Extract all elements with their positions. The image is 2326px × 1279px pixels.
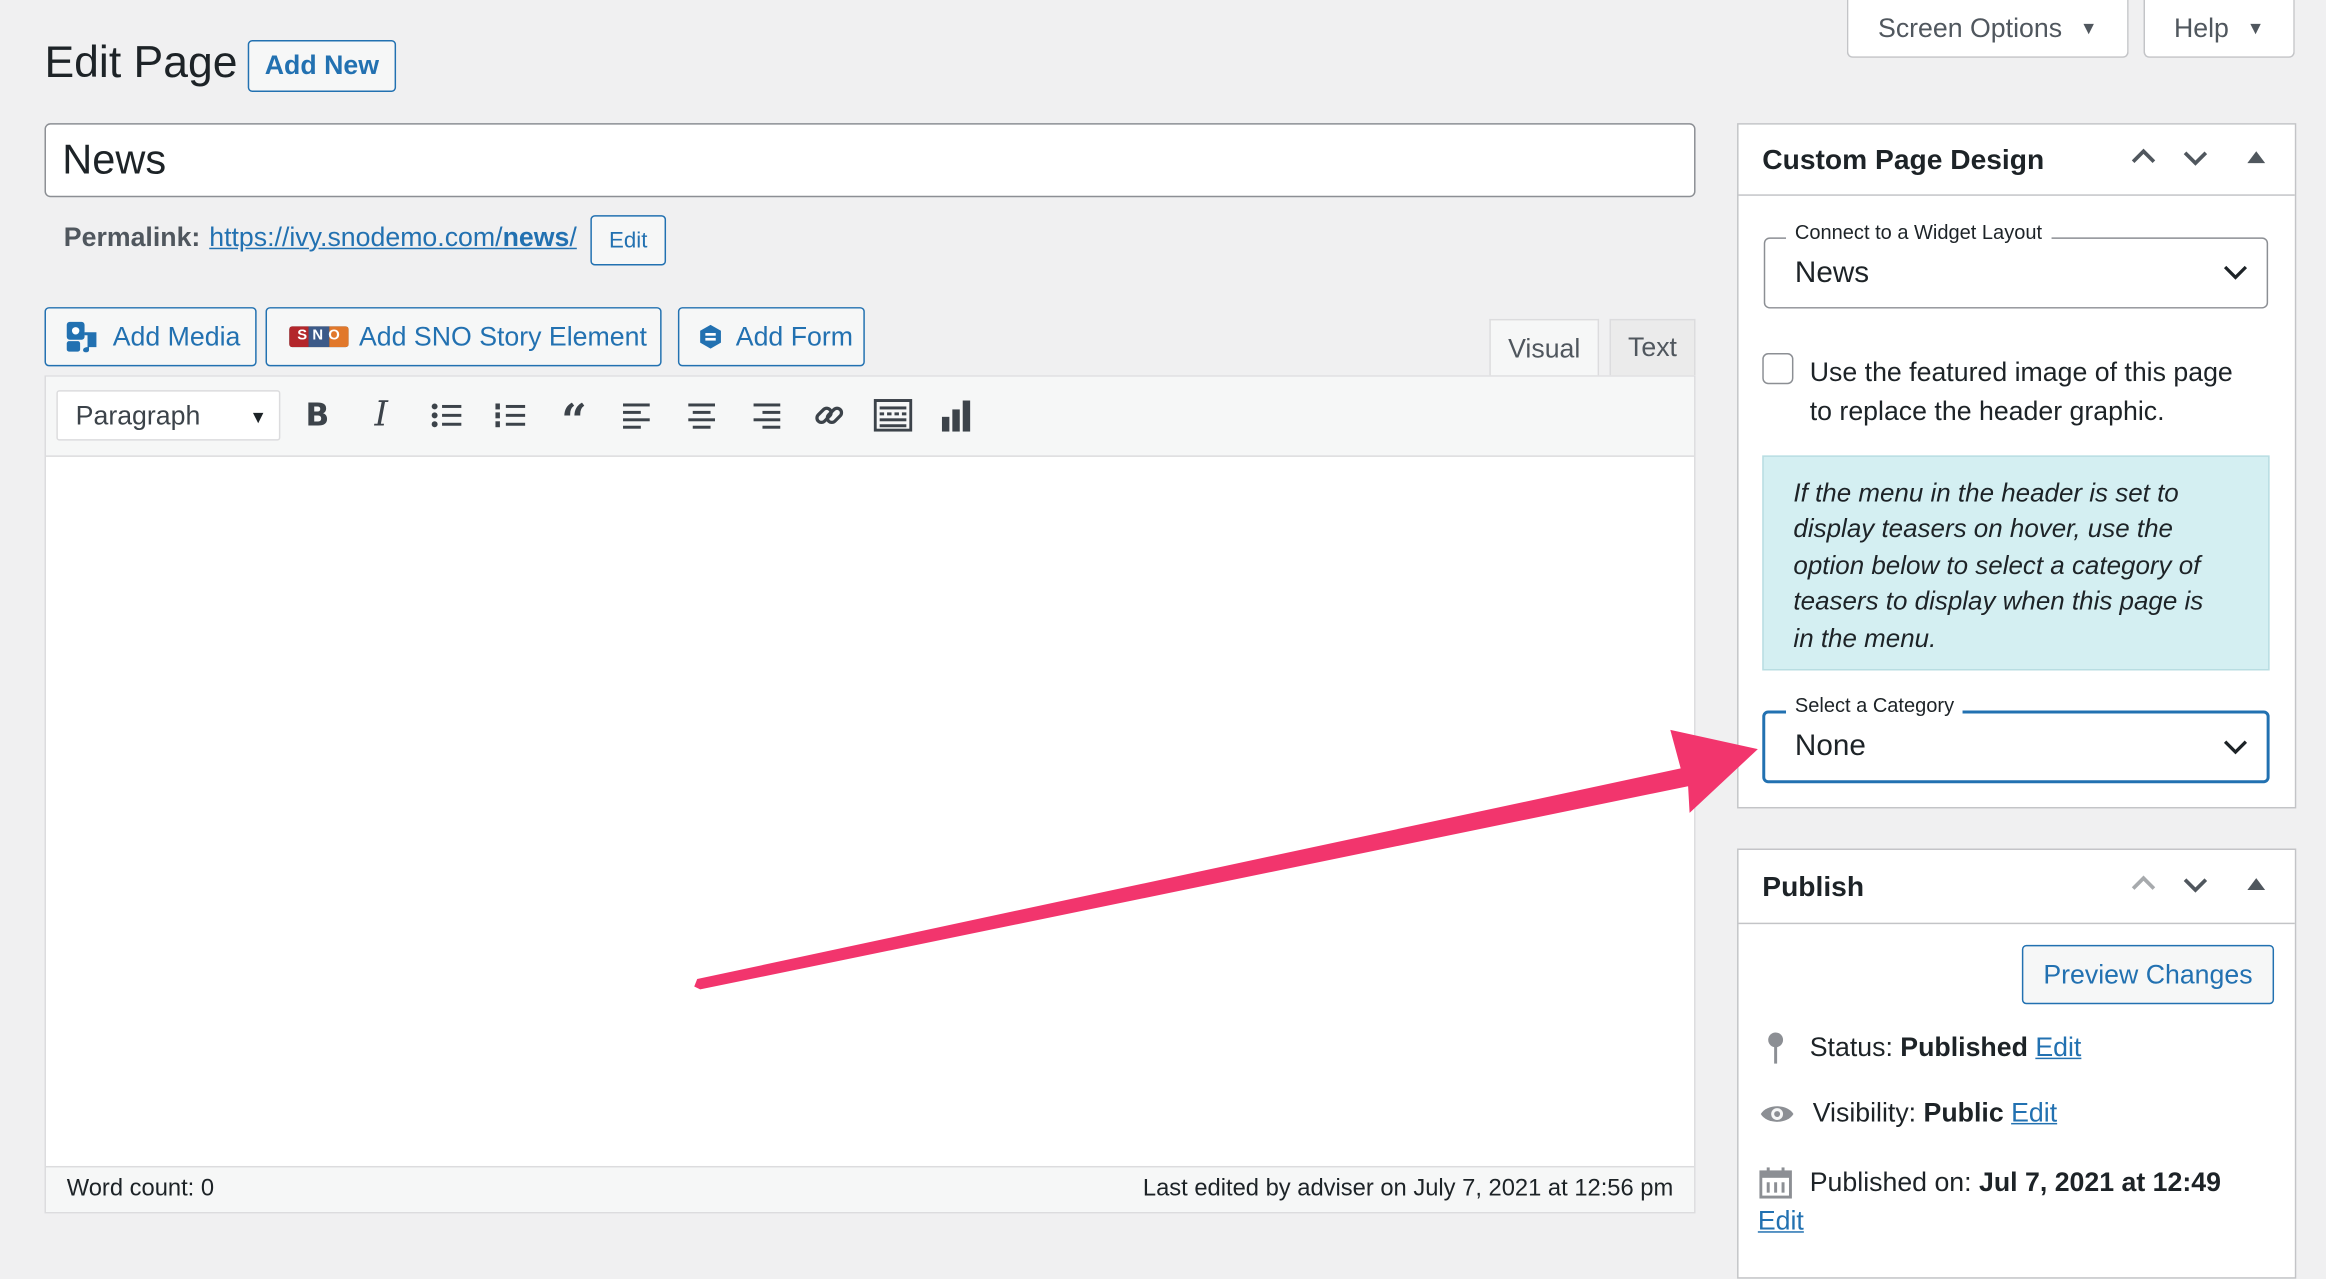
annotation-arrow [694, 729, 1758, 990]
